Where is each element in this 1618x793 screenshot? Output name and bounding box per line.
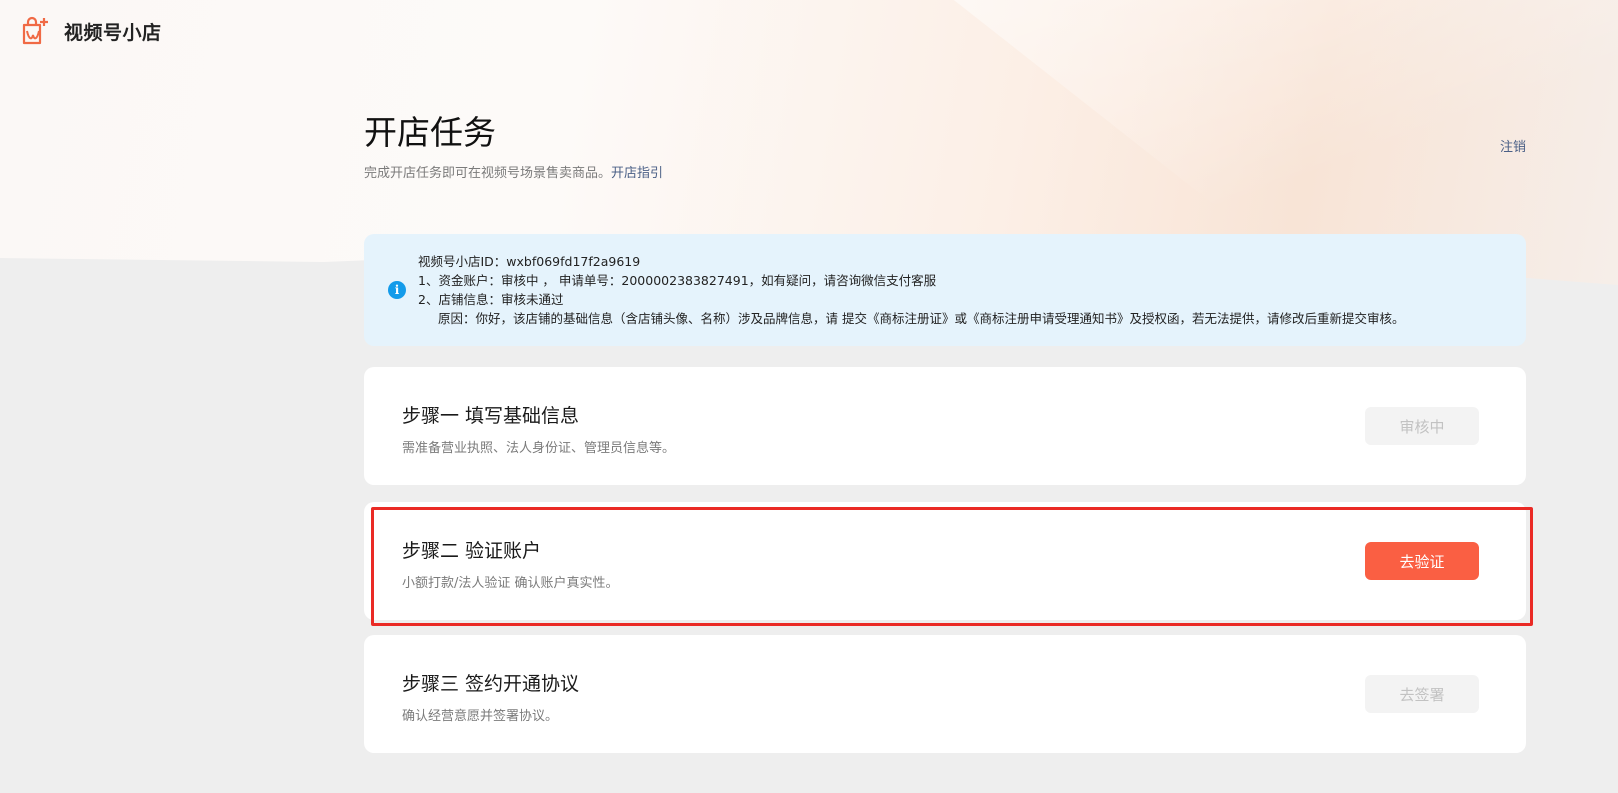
info-icon: i [388, 281, 406, 299]
page-title: 开店任务 [364, 113, 496, 152]
under-review-button: 审核中 [1365, 407, 1479, 445]
status-info-box: i 视频号小店ID：wxbf069fd17f2a9619 1、资金账户：审核中 … [364, 234, 1526, 346]
step-description: 确认经营意愿并签署协议。 [402, 709, 559, 724]
open-store-guide-link[interactable]: 开店指引 [611, 166, 663, 181]
brand-name: 视频号小店 [64, 21, 162, 44]
shop-bag-icon [20, 16, 50, 46]
step-card-basic-info: 步骤一 填写基础信息 需准备营业执照、法人身份证、管理员信息等。 审核中 [364, 367, 1526, 485]
logout-link[interactable]: 注销 [1500, 136, 1526, 155]
sign-agreement-button: 去签署 [1365, 675, 1479, 713]
step-title: 步骤一 填写基础信息 [402, 405, 580, 427]
info-lines: 视频号小店ID：wxbf069fd17f2a9619 1、资金账户：审核中 ， … [418, 252, 1404, 328]
step-card-verify-account: 步骤二 验证账户 小额打款/法人验证 确认账户真实性。 去验证 [364, 502, 1526, 620]
verify-account-button[interactable]: 去验证 [1365, 542, 1479, 580]
step-title: 步骤三 签约开通协议 [402, 673, 580, 695]
subtitle-text: 完成开店任务即可在视频号场景售卖商品。 [364, 166, 612, 181]
store-info-line: 2、店铺信息：审核未通过 [418, 292, 564, 307]
brand[interactable]: 视频号小店 [20, 16, 162, 46]
page-subtitle: 完成开店任务即可在视频号场景售卖商品。开店指引 [364, 162, 663, 181]
step-title: 步骤二 验证账户 [402, 540, 542, 562]
step-description: 小额打款/法人验证 确认账户真实性。 [402, 576, 619, 591]
funds-account-line: 1、资金账户：审核中 ， 申请单号：2000002383827491，如有疑问，… [418, 273, 937, 288]
step-card-sign-agreement: 步骤三 签约开通协议 确认经营意愿并签署协议。 去签署 [364, 635, 1526, 753]
store-id-line: 视频号小店ID：wxbf069fd17f2a9619 [418, 254, 641, 269]
rejection-reason-line: 原因：你好，该店铺的基础信息（含店铺头像、名称）涉及品牌信息，请 提交《商标注册… [438, 311, 1405, 326]
step-description: 需准备营业执照、法人身份证、管理员信息等。 [402, 441, 676, 456]
